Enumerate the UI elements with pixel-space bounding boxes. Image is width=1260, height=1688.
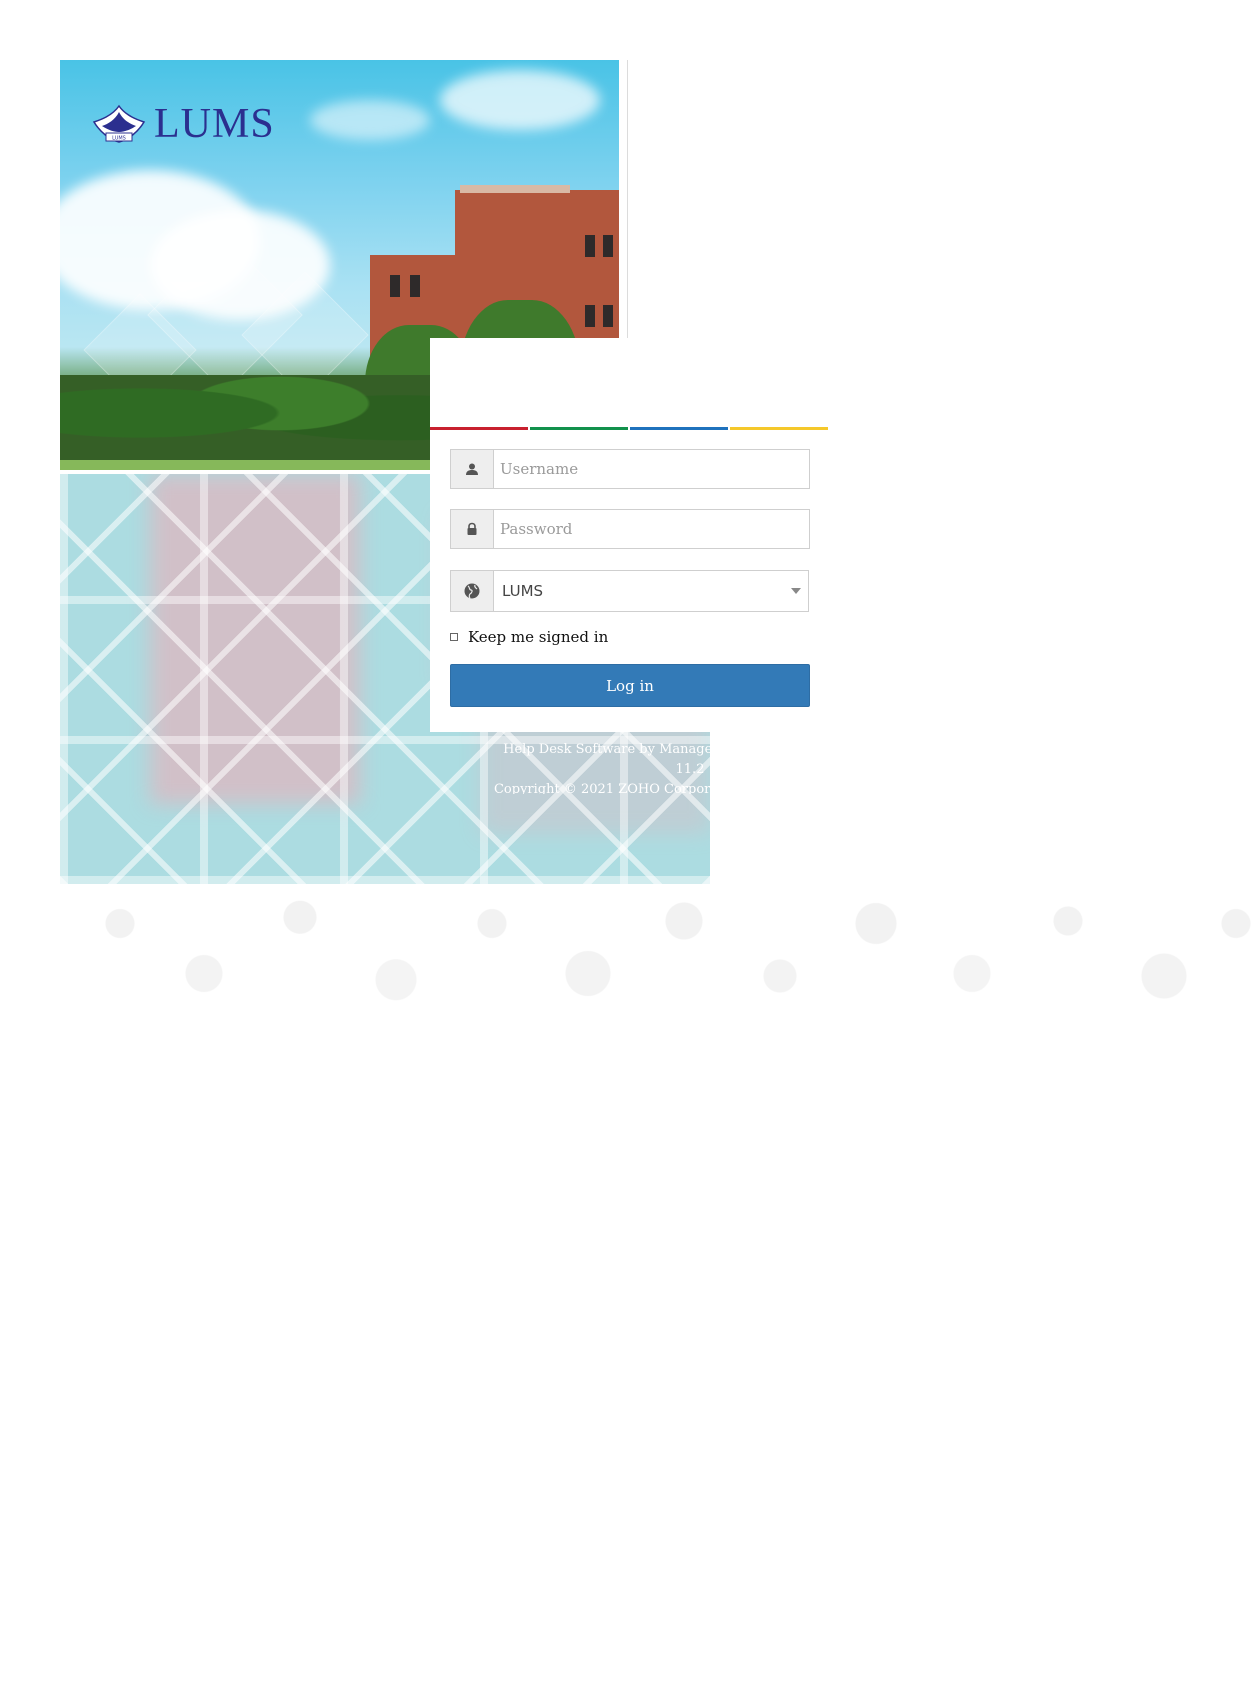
keep-signed-in: Keep me signed in xyxy=(450,628,608,646)
keep-signed-in-label: Keep me signed in xyxy=(468,628,609,646)
hero-divider xyxy=(627,60,628,338)
lums-logo: LUMS LUMS xyxy=(92,100,275,148)
keep-signed-in-checkbox[interactable] xyxy=(450,633,458,641)
footer-copyright: Copyright © 2021 ZOHO Corporation. All R… xyxy=(493,782,710,794)
emblem-label: LUMS xyxy=(112,136,126,142)
gadget-background xyxy=(60,886,1260,1011)
footer-version: 11.2 xyxy=(675,762,705,777)
user-icon xyxy=(451,450,494,488)
lock-icon xyxy=(451,510,494,548)
password-field xyxy=(450,509,810,549)
footer: Help Desk Software by ManageEngine Servi… xyxy=(60,734,710,794)
footer-product-link[interactable]: Help Desk Software by ManageEngine Servi… xyxy=(420,740,710,760)
caret-down-icon xyxy=(784,571,808,611)
lums-wordmark: LUMS xyxy=(154,101,275,147)
username-input[interactable] xyxy=(494,450,809,488)
color-stripes xyxy=(430,427,828,430)
login-card: LUMS Keep me signed in Log in xyxy=(430,338,828,732)
lums-emblem-icon: LUMS xyxy=(92,104,146,143)
password-input[interactable] xyxy=(494,510,809,548)
domain-select-value: LUMS xyxy=(502,582,544,600)
login-button[interactable]: Log in xyxy=(450,664,810,707)
username-field xyxy=(450,449,810,489)
globe-icon xyxy=(451,571,494,611)
domain-select[interactable]: LUMS xyxy=(450,570,809,612)
